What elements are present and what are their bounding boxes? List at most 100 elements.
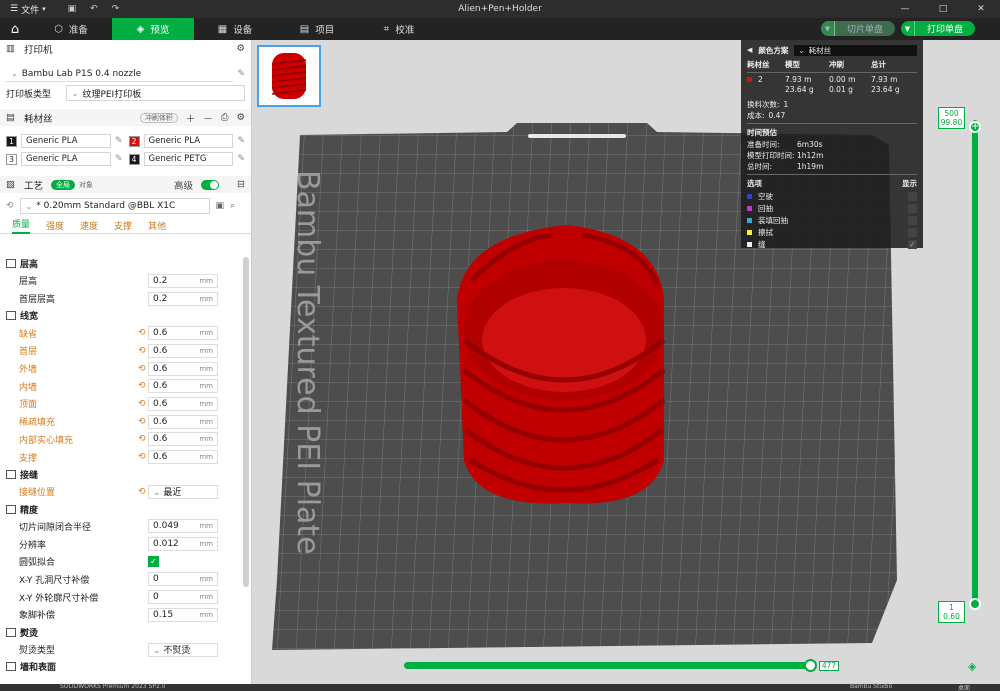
tab-others[interactable]: 其他 [148,219,166,232]
tab-support[interactable]: 支撑 [114,219,132,232]
sidebar-scrollbar[interactable] [243,257,249,587]
tab-quality[interactable]: 质量 [12,218,31,234]
value-input[interactable]: 0 mm [148,590,218,605]
color-scheme-select[interactable]: ⌄ 耗材丝 [794,44,917,56]
save-icon[interactable]: ▣ [216,201,225,211]
gear-icon[interactable]: ⚙ [236,112,245,123]
value-input[interactable]: 0.012 mm [148,537,218,552]
object-toggle[interactable]: 对象 [75,180,97,190]
close-icon[interactable]: ✕ [962,0,1000,18]
taskbar-item[interactable]: SOLIDWORKS Premium 2023 SP2.0 [60,683,166,690]
value-input[interactable]: 0.6 mm [148,326,218,341]
layers-icon[interactable]: ◈ [968,660,976,673]
reset-icon[interactable]: ⟲ [138,487,148,497]
printer-select[interactable]: ⌄ Bambu Lab P1S 0.4 nozzle [6,66,234,82]
value-input[interactable]: 0.049 mm [148,519,218,534]
compare-icon[interactable]: ⊟ [237,179,245,190]
value-input[interactable]: 0.15 mm [148,607,218,622]
option-retract[interactable]: 回抽 [747,202,917,214]
tab-speed[interactable]: 速度 [80,219,98,232]
reset-icon[interactable]: ⟲ [138,417,148,427]
value-input[interactable]: 0.6 mm [148,450,218,465]
plate-thumbnail[interactable] [257,45,321,107]
tab-project[interactable]: ▤ 项目 [276,18,358,40]
save-icon[interactable]: ▣ [68,4,77,14]
filament-item-2[interactable]: 2 Generic PLA ✎ [128,134,245,148]
visibility-checkbox[interactable] [908,215,917,225]
filament-item-3[interactable]: 3 Generic PLA ✎ [6,152,123,166]
edit-icon[interactable]: ✎ [115,154,123,164]
edit-icon[interactable]: ✎ [237,154,245,164]
maximize-icon[interactable]: □ [924,0,962,18]
global-toggle[interactable]: 全局 [51,179,76,190]
process-preset-select[interactable]: ⌄ * 0.20mm Standard @BBL X1C [19,198,210,214]
move-slider-handle[interactable] [804,659,817,672]
visibility-checkbox[interactable] [908,191,917,201]
value-input[interactable]: 0.6 mm [148,432,218,447]
minimize-icon[interactable]: — [886,0,924,18]
reset-icon[interactable]: ⟲ [6,201,14,211]
filament-item-1[interactable]: 1 Generic PLA ✎ [6,134,123,148]
setting-row: 熨烫类型 ⌄ 不熨烫 [0,641,242,659]
edit-icon[interactable]: ✎ [115,136,123,146]
option-unretract[interactable]: 装填回抽 [747,214,917,226]
reset-icon[interactable]: ⟲ [138,346,148,356]
process-section-header: ▧ 工艺 全局 对象 高级 ⊟ [0,176,251,193]
value-input[interactable]: 0.2 mm [148,273,218,288]
chevron-down-icon[interactable]: ▼ [901,21,915,36]
search-icon[interactable]: ⌕ [230,201,235,211]
advanced-toggle[interactable] [201,179,220,190]
seam-position-select[interactable]: ⌄ 最近 [148,484,218,499]
tab-prepare[interactable]: ⬡ 准备 [30,18,112,40]
undo-icon[interactable]: ↶ [90,4,98,14]
filament-item-4[interactable]: 4 Generic PETG ✎ [128,152,245,166]
reset-icon[interactable]: ⟲ [138,364,148,374]
edit-icon[interactable]: ✎ [237,136,245,146]
taskbar-item[interactable]: Bambu Studio [850,683,892,690]
edit-icon[interactable]: ✎ [237,69,245,79]
value-input[interactable]: 0.6 mm [148,361,218,376]
plate-type-select[interactable]: ⌄ 纹理PEI打印板 [65,85,245,101]
tab-device[interactable]: ▦ 设备 [194,18,276,40]
option-seam[interactable]: 缝 ✓ [747,238,917,250]
visibility-checkbox[interactable] [908,227,917,237]
redo-icon[interactable]: ↷ [112,4,120,14]
value-input[interactable]: 0.6 mm [148,379,218,394]
reset-icon[interactable]: ⟲ [138,328,148,338]
reset-icon[interactable]: ⟲ [138,434,148,444]
arc-fitting-checkbox[interactable]: ✓ [148,556,159,568]
ironing-type-select[interactable]: ⌄ 不熨烫 [148,642,218,657]
value-input[interactable]: 0.6 mm [148,343,218,358]
home-icon[interactable]: ⌂ [0,18,30,40]
print-plate-button[interactable]: ▼ 打印单盘 [900,21,975,36]
visibility-checkbox[interactable] [908,203,917,213]
tab-strength[interactable]: 强度 [46,219,64,232]
gear-icon[interactable]: ⚙ [236,43,245,54]
value-input[interactable]: 0.2 mm [148,291,218,306]
option-travel[interactable]: 空驶 [747,190,917,202]
reset-icon[interactable]: ⟲ [138,452,148,462]
seam-icon [6,469,16,479]
reset-icon[interactable]: ⟲ [138,381,148,391]
chevron-down-icon[interactable]: ▼ [820,21,835,36]
visibility-checkbox[interactable]: ✓ [908,239,917,249]
value-input[interactable]: 0.6 mm [148,414,218,429]
remove-icon[interactable]: － [203,111,213,125]
flush-volume-button[interactable]: 冲刷体积 [139,112,178,123]
move-slider-track[interactable] [404,662,814,669]
sync-icon[interactable]: ⎙ [221,112,229,123]
add-icon[interactable]: ＋ [186,111,196,125]
value-input[interactable]: 0.6 mm [148,396,218,411]
top-layer-handle[interactable]: + [969,121,981,133]
reset-icon[interactable]: ⟲ [138,399,148,409]
tab-preview[interactable]: ◈ 预览 [112,18,194,40]
file-menu[interactable]: ☰ 文件 ▾ [10,3,46,16]
taskbar-item[interactable]: 桌面 [958,683,970,691]
tab-calibration[interactable]: ⌗ 校准 [358,18,440,40]
layer-slider-track[interactable] [972,120,978,605]
collapse-icon[interactable]: ◀ [747,46,752,54]
slice-plate-button[interactable]: ▼ 切片单盘 [820,21,895,36]
bottom-layer-handle[interactable] [969,598,981,610]
option-wipe[interactable]: 擦拭 [747,226,917,238]
value-input[interactable]: 0 mm [148,572,218,587]
